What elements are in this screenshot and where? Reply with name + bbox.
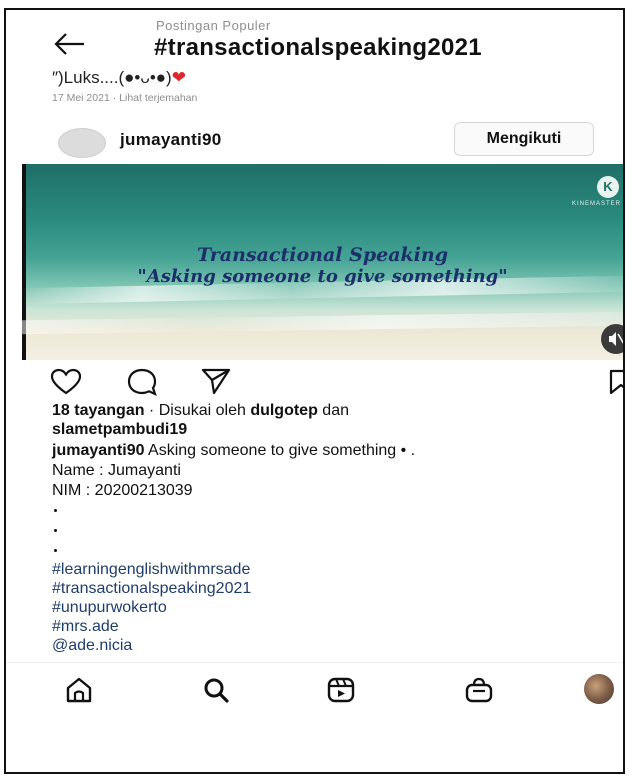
hashtag-link[interactable]: #mrs.ade — [52, 618, 119, 636]
and-text: dan — [317, 402, 349, 419]
hashtag-link[interactable]: #learningenglishwithmrsade — [52, 561, 250, 579]
mention-link[interactable]: @ade.nicia — [52, 637, 132, 655]
shop-icon[interactable] — [464, 676, 494, 709]
video-title-line2: "Asking someone to give something" — [137, 266, 508, 287]
bookmark-icon[interactable] — [608, 368, 623, 401]
heart-outline-icon[interactable] — [50, 368, 82, 401]
post-username[interactable]: jumayanti90 — [120, 130, 222, 150]
video-title-line1: Transactional Speaking — [197, 244, 448, 266]
screenshot-frame: Postingan Populer #transactionalspeaking… — [4, 8, 625, 774]
following-button[interactable]: Mengikuti — [454, 122, 594, 156]
avatar[interactable] — [58, 128, 106, 158]
reels-icon[interactable] — [326, 676, 356, 709]
liked-by-prefix: Disukai oleh — [158, 402, 251, 419]
watermark-text: KINEMASTER — [571, 201, 621, 207]
post-stats: 18 tayangan · Disukai oleh dulgotep dan — [52, 402, 349, 420]
liked-user-link[interactable]: dulgotep — [250, 402, 318, 419]
profile-avatar[interactable] — [584, 674, 614, 704]
comment-bubble-icon[interactable] — [126, 367, 158, 402]
caption-author[interactable]: jumayanti90 — [52, 442, 144, 459]
bottom-nav-divider — [6, 662, 623, 663]
header-subtitle: Postingan Populer — [156, 18, 271, 33]
stats-separator: · — [144, 402, 159, 419]
post-video[interactable]: Transactional Speaking "Asking someone t… — [22, 164, 623, 360]
caption-dot — [54, 509, 57, 512]
translate-link[interactable]: Lihat terjemahan — [119, 92, 197, 104]
caption-nim-line: NIM : 20200213039 — [52, 482, 193, 499]
previous-post-caption: ″)Luks....(●•ᴗ•●)❤ — [52, 68, 186, 88]
caption-dot — [54, 549, 57, 552]
previous-caption-text: ″)Luks....(●•ᴗ•●) — [52, 68, 172, 87]
hashtag-link[interactable]: #transactionalspeaking2021 — [52, 580, 251, 598]
meta-separator: · — [112, 92, 117, 104]
hashtag-link[interactable]: #unupurwokerto — [52, 599, 167, 617]
arrow-left-icon[interactable] — [52, 30, 88, 58]
red-heart-emoji-icon: ❤ — [171, 68, 186, 87]
view-count[interactable]: 18 tayangan — [52, 402, 144, 419]
liked-user-link[interactable]: slametpambudi19 — [52, 421, 187, 439]
wave-foam — [22, 311, 623, 335]
caption-name-line: Name : Jumayanti — [52, 462, 181, 479]
caption-first-line: jumayanti90 Asking someone to give somet… — [52, 442, 415, 460]
home-icon[interactable] — [64, 676, 94, 709]
post-date: 17 Mei 2021 — [52, 92, 110, 104]
paper-plane-icon[interactable] — [200, 366, 232, 401]
speaker-muted-icon[interactable] — [601, 324, 623, 354]
page-title: #transactionalspeaking2021 — [154, 34, 482, 61]
search-icon[interactable] — [202, 676, 232, 709]
caption-dot — [54, 529, 57, 532]
caption-text: Asking someone to give something • . — [144, 442, 416, 459]
previous-post-meta: 17 Mei 2021 · Lihat terjemahan — [52, 92, 197, 104]
instagram-post-screen: Postingan Populer #transactionalspeaking… — [6, 10, 623, 772]
kinemaster-logo-icon: K — [597, 176, 619, 198]
